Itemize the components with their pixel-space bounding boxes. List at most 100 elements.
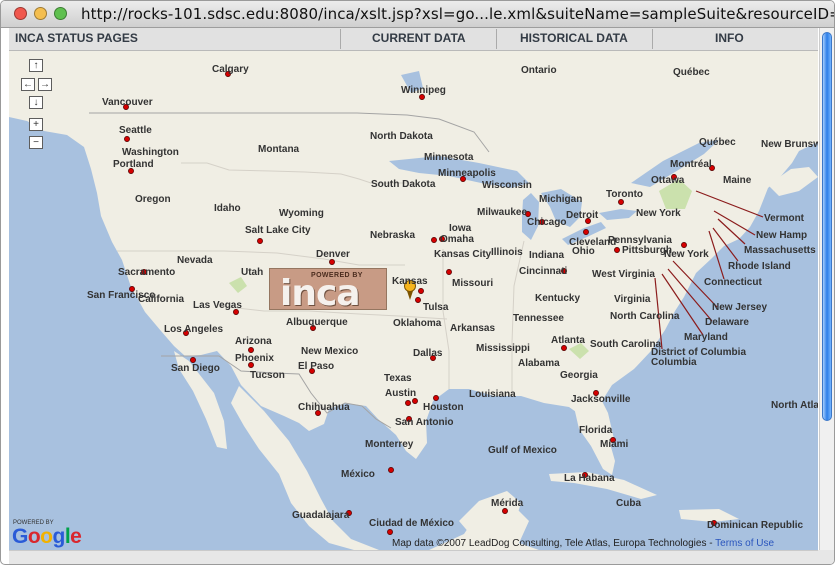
- map-label: Florida: [579, 425, 613, 436]
- map-label: La Habana: [564, 473, 615, 484]
- pan-up-button[interactable]: ↑: [29, 59, 43, 72]
- map-label: Milwaukee: [477, 207, 527, 218]
- map-label: Québec: [673, 67, 710, 78]
- map-label: Minnesota: [424, 152, 474, 163]
- map-label: New Jersey: [712, 302, 767, 313]
- map-label: New Brunswick: [761, 139, 818, 150]
- current-data-link[interactable]: CURRENT DATA: [372, 31, 466, 45]
- pan-right-button[interactable]: →: [38, 78, 52, 91]
- zoom-out-button[interactable]: −: [29, 136, 43, 149]
- map-label: Austin: [385, 388, 416, 399]
- map-label: El Paso: [298, 361, 334, 372]
- map-label: Kansas City: [434, 249, 492, 260]
- map-label: Connecticut: [704, 277, 762, 288]
- map-label: Wyoming: [279, 208, 324, 219]
- nav-separator: [496, 29, 497, 49]
- map-label: Illinois: [491, 247, 523, 258]
- map-label: Las Vegas: [193, 300, 242, 311]
- map-label: New York: [636, 208, 681, 219]
- minimize-window-button[interactable]: [34, 7, 47, 20]
- map-label: Cuba: [616, 498, 641, 509]
- map-label: México: [341, 469, 375, 480]
- map-label: Sacramento: [118, 267, 175, 278]
- map-label: North Atlantic Ocean: [771, 400, 818, 411]
- google-logo: Google: [12, 525, 82, 548]
- terms-of-use-link[interactable]: Terms of Use: [715, 538, 774, 549]
- map-label: Houston: [423, 402, 464, 413]
- map-label: Nebraska: [370, 230, 415, 241]
- close-window-button[interactable]: [14, 7, 27, 20]
- map-label: Arizona: [235, 336, 272, 347]
- map-label: Guadalajara: [292, 510, 350, 521]
- map-label: Québec: [699, 137, 736, 148]
- map-label: Utah: [241, 267, 263, 278]
- map-label: Oregon: [135, 194, 171, 205]
- map-label: Montana: [258, 144, 300, 155]
- map-label: San Antonio: [395, 417, 454, 428]
- map-label: Tennessee: [513, 313, 564, 324]
- map-label: Vancouver: [102, 97, 153, 108]
- map-label: South Carolina: [590, 339, 662, 350]
- copyright-text: Map data ©2007 LeadDog Consulting, Tele …: [392, 538, 713, 549]
- map-label: Winnipeg: [401, 85, 446, 96]
- map-label: North Dakota: [370, 131, 433, 142]
- map-label: Kansas: [392, 276, 428, 287]
- map-label: New York: [664, 249, 709, 260]
- map-label: New Mexico: [301, 346, 358, 357]
- map-label: Monterrey: [365, 439, 414, 450]
- url-title: http://rocks-101.sdsc.edu:8080/inca/xslt…: [81, 5, 834, 23]
- horizontal-scrollbar[interactable]: [9, 550, 818, 564]
- map-label: Los Angeles: [164, 324, 224, 335]
- map-label: Wisconsin: [482, 180, 532, 191]
- map-label: Nevada: [177, 255, 213, 266]
- scroll-thumb[interactable]: [822, 32, 832, 421]
- map-label: New Hamp: [756, 230, 807, 241]
- map-label: Albuquerque: [286, 317, 348, 328]
- map-label: Portland: [113, 159, 154, 170]
- title-bar: http://rocks-101.sdsc.edu:8080/inca/xslt…: [1, 1, 834, 28]
- resize-grip-icon[interactable]: [818, 550, 834, 564]
- map-label: Seattle: [119, 125, 152, 136]
- map-label: Georgia: [560, 370, 598, 381]
- map-label: West Virginia: [592, 269, 655, 280]
- map-label: Delaware: [705, 317, 749, 328]
- pan-down-button[interactable]: ↓: [29, 96, 43, 109]
- map-label: Vermont: [764, 213, 805, 224]
- map-label: Iowa: [449, 223, 472, 234]
- zoom-window-button[interactable]: [54, 7, 67, 20]
- zoom-in-button[interactable]: +: [29, 118, 43, 131]
- historical-data-link[interactable]: HISTORICAL DATA: [520, 31, 628, 45]
- status-navigation: INCA STATUS PAGES CURRENT DATA HISTORICA…: [9, 28, 818, 51]
- map-container[interactable]: Calgary Ontario Québec Winnipeg Vancouve…: [9, 51, 818, 550]
- map-label: Dallas: [413, 348, 443, 359]
- map-label: Alabama: [518, 358, 560, 369]
- map-label: Washington: [122, 147, 179, 158]
- map-label: North Carolina: [610, 311, 680, 322]
- map-label: Maryland: [684, 332, 728, 343]
- map-label: Jacksonville: [571, 394, 631, 405]
- map-label: Miami: [600, 439, 629, 450]
- map-label: Ottawa: [651, 175, 685, 186]
- map-label: Maine: [723, 175, 752, 186]
- vertical-scrollbar[interactable]: [819, 28, 834, 550]
- map-label: Columbia: [651, 357, 697, 368]
- map-label: Dominican Republic: [707, 520, 804, 531]
- pan-left-button[interactable]: ←: [21, 78, 35, 91]
- map-label: Virginia: [614, 294, 651, 305]
- map-label: Texas: [384, 373, 412, 384]
- google-map[interactable]: Calgary Ontario Québec Winnipeg Vancouve…: [9, 51, 818, 550]
- info-link[interactable]: INFO: [715, 31, 744, 45]
- map-label: Ciudad de México: [369, 518, 454, 529]
- map-label: Mérida: [491, 498, 524, 509]
- map-label: Calgary: [212, 64, 249, 75]
- map-label: Detroit: [566, 210, 599, 221]
- map-label: Idaho: [214, 203, 241, 214]
- map-label: Salt Lake City: [245, 225, 311, 236]
- map-label: Ontario: [521, 65, 557, 76]
- map-label: Toronto: [606, 189, 643, 200]
- map-label: Chihuahua: [298, 402, 350, 413]
- map-label: Massachusetts: [744, 245, 816, 256]
- browser-window: http://rocks-101.sdsc.edu:8080/inca/xslt…: [0, 0, 835, 565]
- map-label: Arkansas: [450, 323, 495, 334]
- map-label: Mississippi: [476, 343, 530, 354]
